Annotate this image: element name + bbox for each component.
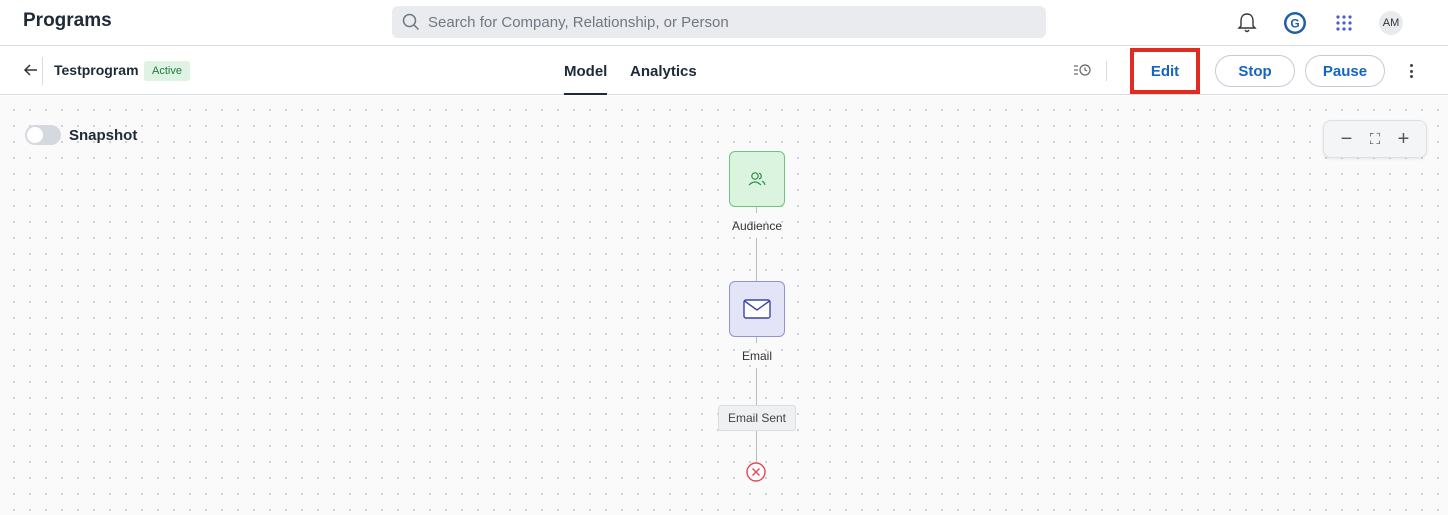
edit-button-highlight: Edit <box>1130 48 1200 94</box>
tab-model[interactable]: Model <box>564 63 608 95</box>
audience-label: Audience <box>731 219 783 233</box>
connector-line <box>756 368 757 405</box>
tab-analytics[interactable]: Analytics <box>630 63 697 80</box>
user-avatar[interactable]: AM <box>1379 11 1403 35</box>
apps-grid-icon[interactable] <box>1329 8 1359 38</box>
app-title: Programs <box>23 10 112 31</box>
snapshot-toggle[interactable] <box>25 125 61 145</box>
users-icon <box>748 172 766 186</box>
program-name: Testprogram <box>54 62 139 78</box>
zoom-controls: − ⛶ + <box>1323 120 1427 158</box>
divider <box>42 57 43 85</box>
email-sent-branch[interactable]: Email Sent <box>718 405 796 431</box>
zoom-in-icon[interactable]: + <box>1398 128 1410 151</box>
search-input[interactable] <box>428 6 1028 38</box>
global-search[interactable] <box>392 6 1046 38</box>
status-badge: Active <box>144 61 190 81</box>
more-options-icon[interactable] <box>1402 61 1420 81</box>
top-navigation-bar: Programs G AM <box>0 0 1448 46</box>
divider <box>1106 61 1107 81</box>
connector-line <box>756 207 757 213</box>
schedule-list-icon[interactable] <box>1072 61 1092 84</box>
email-label: Email <box>741 349 772 363</box>
connector-line <box>756 238 757 281</box>
envelope-icon <box>743 299 771 319</box>
pause-button[interactable]: Pause <box>1305 55 1385 87</box>
svg-text:G: G <box>1290 17 1299 31</box>
zoom-out-icon[interactable]: − <box>1341 128 1353 151</box>
back-arrow-icon[interactable] <box>20 59 42 81</box>
search-icon <box>402 13 420 31</box>
email-node[interactable] <box>729 281 785 337</box>
end-node-close-icon[interactable] <box>746 462 766 487</box>
snapshot-control[interactable]: Snapshot <box>25 125 137 145</box>
audience-node[interactable] <box>729 151 785 207</box>
bell-icon[interactable] <box>1232 8 1262 38</box>
fit-screen-icon[interactable]: ⛶ <box>1370 131 1381 148</box>
snapshot-label: Snapshot <box>69 126 138 144</box>
g-logo-icon[interactable]: G <box>1280 8 1310 38</box>
stop-button[interactable]: Stop <box>1215 55 1295 87</box>
program-header: Testprogram Active Model Analytics Edit … <box>0 47 1448 95</box>
connector-line <box>756 431 757 462</box>
edit-button[interactable]: Edit <box>1138 56 1192 86</box>
connector-line <box>756 337 757 343</box>
program-canvas[interactable]: Snapshot − ⛶ + Audience Email Email Sent <box>0 96 1448 515</box>
